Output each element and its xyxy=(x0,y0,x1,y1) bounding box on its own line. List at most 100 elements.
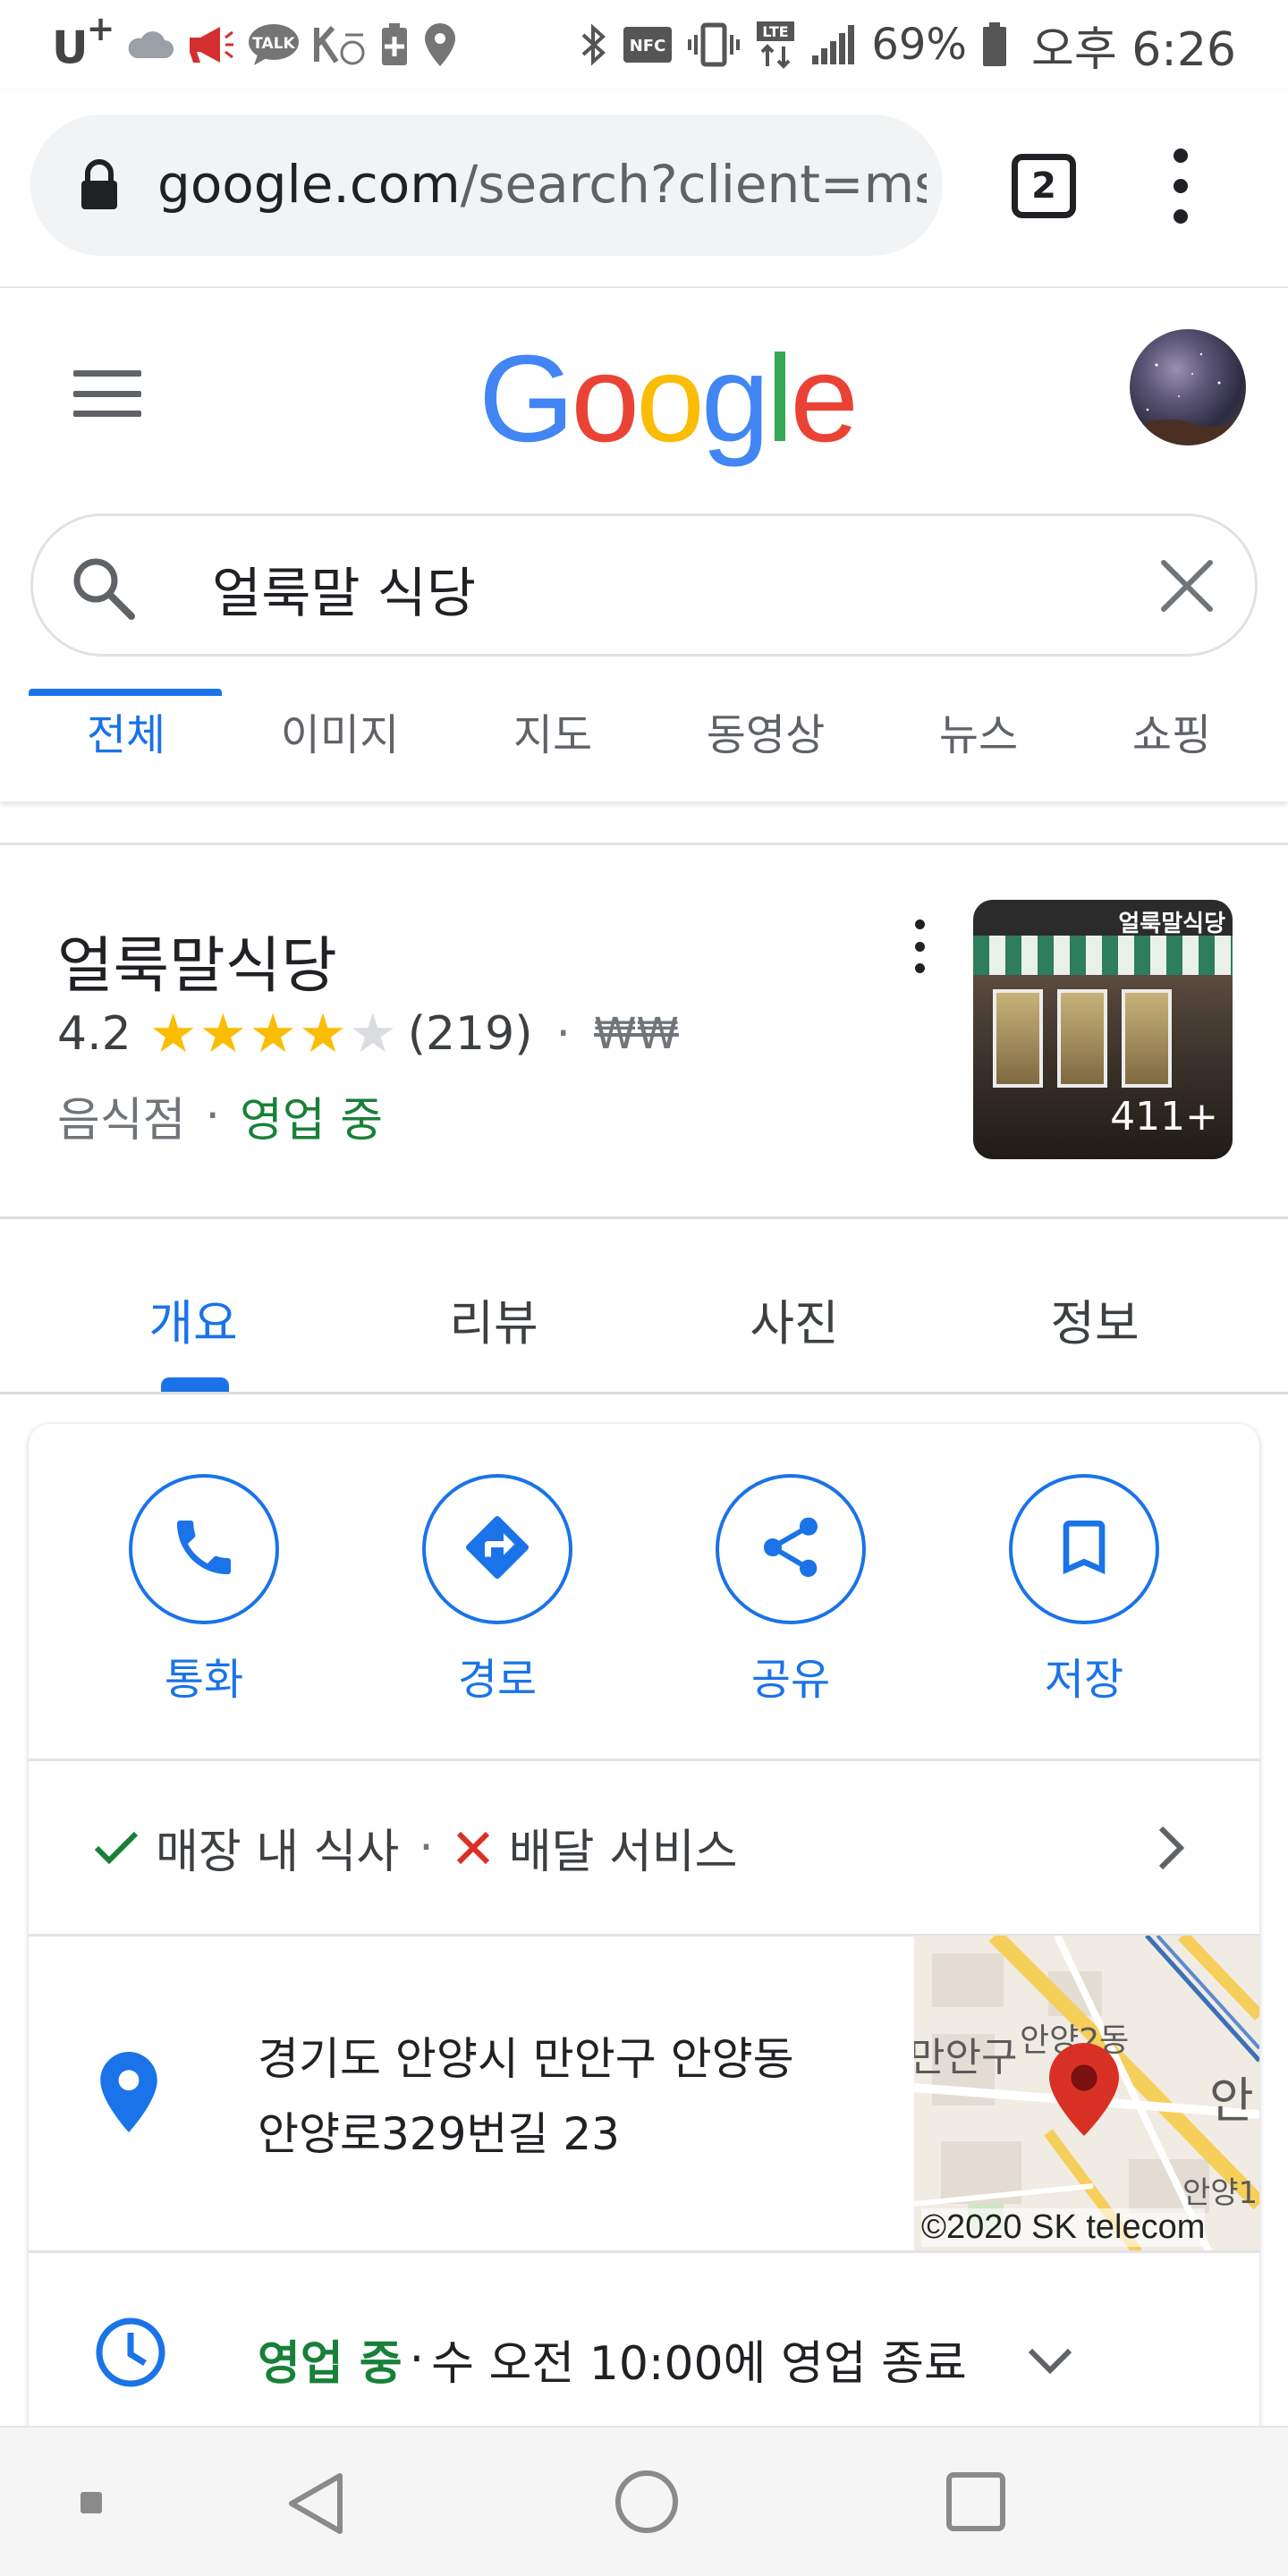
address-row[interactable]: 경기도 안양시 만안구 안양동 안양로329번길 23 만안구 안양2동 안 안… xyxy=(29,1936,1259,2252)
separator-dot: · xyxy=(205,1089,221,1143)
google-logo[interactable]: Google xyxy=(479,337,859,461)
rating-stars: ★ ★ ★ ★ ★ xyxy=(149,1007,397,1061)
place-photo[interactable]: 얼룩말식당 411+ xyxy=(973,900,1233,1159)
hours-text: 영업 중 · 수 오전 10:00에 영업 종료 xyxy=(258,2326,967,2393)
search-tabs: 전체 이미지 지도 동영상 뉴스 쇼핑 xyxy=(0,682,1288,801)
battery-icon xyxy=(981,21,1008,68)
search-box[interactable]: 얼룩말 식당 xyxy=(30,513,1258,657)
home-icon[interactable] xyxy=(615,2470,678,2533)
bookmark-icon xyxy=(1048,1512,1120,1587)
tab-overview[interactable]: 개요 xyxy=(43,1284,343,1354)
recent-apps-icon[interactable] xyxy=(946,2472,1005,2531)
browser-menu-button[interactable] xyxy=(1163,148,1199,224)
action-circle[interactable] xyxy=(1009,1474,1159,1624)
directions-button[interactable]: 경로 xyxy=(417,1474,578,1707)
status-bar-left: U+ TALK xyxy=(52,8,458,74)
price-level: ₩₩ xyxy=(594,1009,679,1059)
tab-info[interactable]: 정보 xyxy=(945,1284,1245,1354)
avatar[interactable] xyxy=(1130,329,1246,445)
search-icon[interactable] xyxy=(69,554,137,625)
system-nav-bar xyxy=(0,2426,1288,2576)
address-line-1: 경기도 안양시 만안구 안양동 xyxy=(258,2033,794,2085)
chevron-down-icon[interactable] xyxy=(1025,2345,1075,2381)
mini-map[interactable]: 만안구 안양2동 안 안양1 ©2020 SK telecom xyxy=(914,1936,1259,2252)
hours-detail: 수 오전 10:00에 영업 종료 xyxy=(431,2337,967,2391)
share-icon xyxy=(755,1512,826,1587)
url-text[interactable]: google.com/search?client=ms xyxy=(157,154,927,215)
tab-photos[interactable]: 사진 xyxy=(644,1284,945,1354)
chevron-right-icon[interactable] xyxy=(1156,1823,1188,1877)
address-line-2: 안양로329번길 23 xyxy=(258,2108,620,2160)
star-icon: ★ xyxy=(199,1003,248,1065)
tab-news[interactable]: 뉴스 xyxy=(905,699,1052,762)
check-icon xyxy=(93,1828,140,1868)
tab-images[interactable]: 이미지 xyxy=(252,699,428,762)
delivery-label: 배달 서비스 xyxy=(508,1826,738,1879)
tab-maps[interactable]: 지도 xyxy=(483,699,623,762)
svg-text:TALK: TALK xyxy=(253,35,296,53)
save-button[interactable]: 저장 xyxy=(1004,1474,1165,1707)
service-options: 매장 내 식사 · 배달 서비스 xyxy=(93,1814,738,1881)
directions-label: 경로 xyxy=(457,1655,538,1705)
divider xyxy=(0,1392,1288,1394)
bluetooth-icon xyxy=(580,22,608,67)
tab-shopping[interactable]: 쇼핑 xyxy=(1098,699,1245,762)
megaphone-icon xyxy=(186,25,234,64)
review-count[interactable]: (219) xyxy=(408,1007,533,1061)
search-query-input[interactable]: 얼룩말 식당 xyxy=(212,550,476,628)
place-category: 음식점 xyxy=(57,1094,186,1148)
place-detail-tabs: 개요 리뷰 사진 정보 xyxy=(0,1219,1288,1394)
action-circle[interactable] xyxy=(129,1474,279,1624)
share-button[interactable]: 공유 xyxy=(710,1474,871,1707)
action-buttons: 통화 경로 공유 저장 xyxy=(29,1424,1259,1760)
svg-text:NFC: NFC xyxy=(630,37,666,55)
tab-reviews[interactable]: 리뷰 xyxy=(343,1284,644,1354)
carrier-label: U+ xyxy=(52,8,114,74)
save-label: 저장 xyxy=(1044,1655,1124,1705)
share-label: 공유 xyxy=(750,1655,831,1705)
logo-letter: e xyxy=(790,330,859,468)
dine-in-label: 매장 내 식사 xyxy=(156,1826,400,1879)
tab-videos[interactable]: 동영상 xyxy=(678,699,853,762)
signal-icon xyxy=(810,23,857,66)
photo-awning xyxy=(973,936,1233,975)
photo-sign-text: 얼룩말식당 xyxy=(1118,911,1225,937)
vibrate-icon xyxy=(687,22,741,67)
section-divider xyxy=(0,843,1288,845)
google-header: Google 얼룩말 식당 전체 이미지 지도 동영상 뉴스 쇼핑 xyxy=(0,288,1288,801)
tab-switcher-button[interactable]: 2 xyxy=(1012,154,1076,218)
tab-all[interactable]: 전체 xyxy=(43,699,209,762)
photo-count: 411+ xyxy=(1110,1094,1218,1140)
active-tab-indicator xyxy=(29,689,222,696)
hours-row[interactable]: 영업 중 · 수 오전 10:00에 영업 종료 xyxy=(29,2252,1259,2435)
place-actions-card: 통화 경로 공유 저장 매장 내 식사 · 배달 서비스 경기도 안양시 만안구… xyxy=(29,1424,1259,2435)
logo-letter: o xyxy=(636,330,705,468)
place-title: 얼룩말식당 xyxy=(57,931,337,1002)
call-label: 통화 xyxy=(164,1655,244,1705)
hamburger-menu-icon[interactable] xyxy=(73,370,141,417)
category-row: 음식점 · 영업 중 xyxy=(57,1082,383,1149)
map-copyright: ©2020 SK telecom xyxy=(921,2208,1206,2247)
star-icon: ★ xyxy=(299,1003,347,1065)
back-icon[interactable] xyxy=(284,2470,347,2540)
url-bar[interactable]: google.com/search?client=ms xyxy=(30,114,943,256)
nav-extra-button[interactable] xyxy=(80,2492,102,2513)
open-status: 영업 중 xyxy=(240,1094,384,1148)
location-icon xyxy=(422,21,458,68)
menu-dot xyxy=(1174,209,1188,224)
status-time: 오후 6:26 xyxy=(1031,22,1236,77)
rating-value: 4.2 xyxy=(57,1007,131,1061)
location-pin-icon xyxy=(100,2052,157,2136)
action-circle[interactable] xyxy=(422,1474,572,1624)
logo-letter: G xyxy=(479,330,574,468)
call-button[interactable]: 통화 xyxy=(123,1474,284,1707)
separator-dot: · xyxy=(555,1007,572,1061)
service-options-row[interactable]: 매장 내 식사 · 배달 서비스 xyxy=(29,1760,1259,1936)
clear-search-icon[interactable] xyxy=(1158,557,1216,618)
place-more-options-button[interactable] xyxy=(911,919,928,973)
action-circle[interactable] xyxy=(716,1474,866,1624)
logo-letter: o xyxy=(571,330,640,468)
cloud-icon xyxy=(125,30,174,60)
mute-icon xyxy=(313,22,367,67)
nfc-icon: NFC xyxy=(623,26,673,64)
